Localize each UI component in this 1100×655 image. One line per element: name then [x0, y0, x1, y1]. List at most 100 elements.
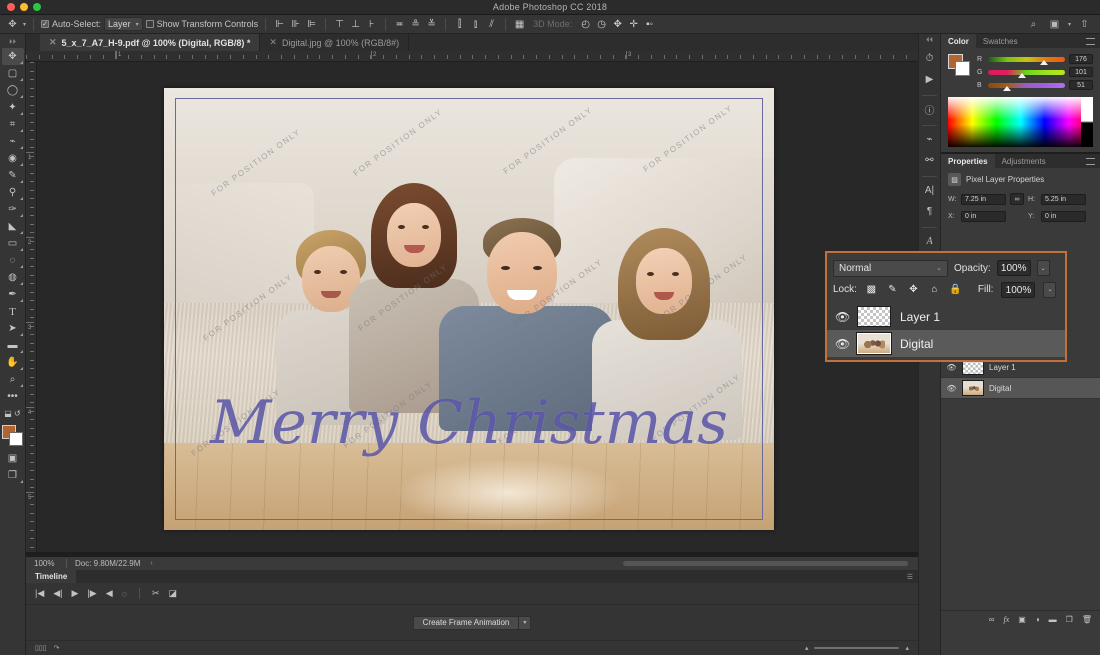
- x-field[interactable]: 0 in: [961, 210, 1006, 222]
- share-icon[interactable]: ⇧: [1077, 17, 1092, 32]
- go-to-first-frame-icon[interactable]: |◀: [35, 588, 44, 599]
- lock-artboard-nesting-icon[interactable]: ⌂: [928, 283, 941, 296]
- pen-tool[interactable]: ✒: [2, 286, 24, 303]
- eye-icon[interactable]: 👁: [946, 363, 957, 372]
- align-right-edges-icon[interactable]: ⊫: [305, 18, 318, 31]
- green-value[interactable]: 101: [1069, 67, 1093, 77]
- layer-row-digital[interactable]: 👁 Digital: [941, 378, 1100, 399]
- info-icon[interactable]: ⓘ: [920, 100, 939, 119]
- document-tab-jpg[interactable]: ✕ Digital.jpg @ 100% (RGB/8#): [260, 34, 410, 51]
- hand-tool[interactable]: ✋: [2, 354, 24, 371]
- layer-style-fx-icon[interactable]: fx: [1003, 615, 1009, 624]
- red-slider[interactable]: [988, 56, 1065, 65]
- lock-all-icon[interactable]: 🔒: [949, 283, 962, 296]
- edit-toolbar-icon[interactable]: •••: [2, 388, 24, 405]
- align-vertical-centers-icon[interactable]: ⊥: [349, 18, 362, 31]
- fill-value[interactable]: 100%: [1001, 281, 1036, 298]
- link-dimensions-icon[interactable]: ∞: [1010, 193, 1024, 205]
- tab-color[interactable]: Color: [941, 34, 976, 48]
- close-icon[interactable]: ✕: [269, 37, 277, 48]
- expand-panels-icon[interactable]: ⏴⏴: [926, 37, 933, 45]
- tab-properties[interactable]: Properties: [941, 154, 995, 168]
- blue-value[interactable]: 51: [1069, 80, 1093, 90]
- horizontal-scrollbar[interactable]: [623, 561, 908, 566]
- tab-adjustments[interactable]: Adjustments: [995, 154, 1053, 168]
- actions-play-icon[interactable]: ▶: [920, 70, 939, 89]
- eye-icon[interactable]: 👁: [946, 384, 957, 393]
- new-group-icon[interactable]: ▬: [1049, 615, 1057, 624]
- distribute-horizontal-centers-icon[interactable]: ⫾: [469, 18, 482, 31]
- color-swatches[interactable]: [1, 425, 24, 447]
- blur-tool[interactable]: ◌: [2, 252, 24, 269]
- panel-menu-icon[interactable]: [1086, 157, 1095, 165]
- layer-name[interactable]: Digital: [989, 384, 1011, 393]
- layer-thumbnail[interactable]: [857, 306, 891, 327]
- auto-select-scope-select[interactable]: Layer ▾: [104, 17, 143, 31]
- character-icon[interactable]: A|: [920, 181, 939, 200]
- select-next-frame-icon[interactable]: |▶: [87, 588, 96, 599]
- paragraph-icon[interactable]: ¶: [920, 202, 939, 221]
- red-slider-thumb[interactable]: [1040, 59, 1049, 65]
- green-slider-thumb[interactable]: [1018, 72, 1027, 78]
- frames-icon[interactable]: ▯▯▯: [35, 644, 47, 652]
- lasso-tool[interactable]: ◯: [2, 82, 24, 99]
- loop-icon[interactable]: ◌: [122, 589, 127, 599]
- distribute-left-edges-icon[interactable]: ⫿: [453, 18, 466, 31]
- create-frame-animation-button[interactable]: Create Frame Animation: [412, 615, 520, 630]
- y-field[interactable]: 0 in: [1041, 210, 1086, 222]
- layer-name[interactable]: Layer 1: [900, 310, 940, 324]
- eraser-tool[interactable]: ◣: [2, 218, 24, 235]
- tab-timeline[interactable]: Timeline: [26, 570, 77, 583]
- history-brush-tool[interactable]: ✑: [2, 201, 24, 218]
- document-tab-pdf[interactable]: ✕ 5_x_7_A7_H-9.pdf @ 100% (Digital, RGB/…: [40, 34, 261, 51]
- spectrum-grayscale-strip[interactable]: [1081, 97, 1093, 147]
- screen-mode-icon[interactable]: ❐: [2, 467, 24, 484]
- panel-menu-icon[interactable]: [1086, 37, 1095, 45]
- brush-presets-icon[interactable]: ⚯: [920, 151, 939, 170]
- color-panel-swatches[interactable]: [948, 54, 970, 76]
- blend-mode-select[interactable]: Normal ⌄: [833, 259, 948, 277]
- layer-name[interactable]: Digital: [900, 337, 933, 351]
- crop-tool[interactable]: ⌗: [2, 116, 24, 133]
- default-colors-swap-icon[interactable]: ⬓ ↺: [2, 405, 24, 422]
- link-layers-icon[interactable]: ∞: [989, 615, 995, 624]
- rectangular-marquee-tool[interactable]: ▢: [2, 65, 24, 82]
- opacity-value[interactable]: 100%: [996, 260, 1031, 276]
- background-color-swatch[interactable]: [8, 432, 23, 446]
- panel-menu-icon[interactable]: ☰: [907, 573, 913, 581]
- align-bottom-edges-icon[interactable]: ⊦: [365, 18, 378, 31]
- distribute-bottom-edges-icon[interactable]: ≚: [425, 18, 438, 31]
- status-menu-arrow-icon[interactable]: ›: [150, 560, 152, 567]
- distribute-top-edges-icon[interactable]: ≖: [393, 18, 406, 31]
- gradient-tool[interactable]: ▭: [2, 235, 24, 252]
- distribute-right-edges-icon[interactable]: ⫽: [485, 18, 498, 31]
- show-transform-checkbox[interactable]: [145, 20, 154, 28]
- rectangle-tool[interactable]: ▬: [2, 337, 24, 354]
- layer-thumbnail[interactable]: [962, 380, 984, 396]
- popup-layer-row-digital[interactable]: 👁 Digital: [827, 330, 1065, 357]
- new-adjustment-layer-icon[interactable]: ◑: [1035, 615, 1040, 624]
- red-value[interactable]: 176: [1069, 54, 1093, 64]
- tool-preset-chevron-icon[interactable]: ▾: [23, 21, 26, 28]
- select-previous-frame-icon[interactable]: ◀|: [53, 588, 62, 599]
- height-field[interactable]: 5.25 in: [1041, 193, 1086, 205]
- zoom-out-icon[interactable]: ▴: [805, 644, 809, 652]
- align-left-edges-icon[interactable]: ⊩: [273, 18, 286, 31]
- zoom-tool[interactable]: ⌕: [2, 371, 24, 388]
- blue-slider-thumb[interactable]: [1002, 85, 1011, 91]
- path-selection-tool[interactable]: ➤: [2, 320, 24, 337]
- color-spectrum-picker[interactable]: [948, 97, 1093, 147]
- show-transform-controls-option[interactable]: Show Transform Controls: [145, 19, 258, 29]
- horizontal-type-tool[interactable]: T: [2, 303, 24, 320]
- workspace-icon[interactable]: ▣: [1047, 17, 1062, 32]
- drag-3d-icon[interactable]: ✥: [611, 18, 624, 31]
- split-at-playhead-icon[interactable]: ✂: [152, 588, 160, 599]
- layer-thumbnail[interactable]: [856, 332, 892, 355]
- zoom-in-icon[interactable]: ▴: [905, 644, 909, 652]
- align-horizontal-centers-icon[interactable]: ⊪: [289, 18, 302, 31]
- timeline-zoom-slider[interactable]: ▴ ▴: [805, 644, 909, 652]
- clone-stamp-tool[interactable]: ⚲: [2, 184, 24, 201]
- scale-3d-icon[interactable]: ▪◦: [643, 18, 656, 31]
- search-icon[interactable]: ⌕: [1026, 17, 1041, 32]
- eye-icon[interactable]: 👁: [835, 337, 850, 351]
